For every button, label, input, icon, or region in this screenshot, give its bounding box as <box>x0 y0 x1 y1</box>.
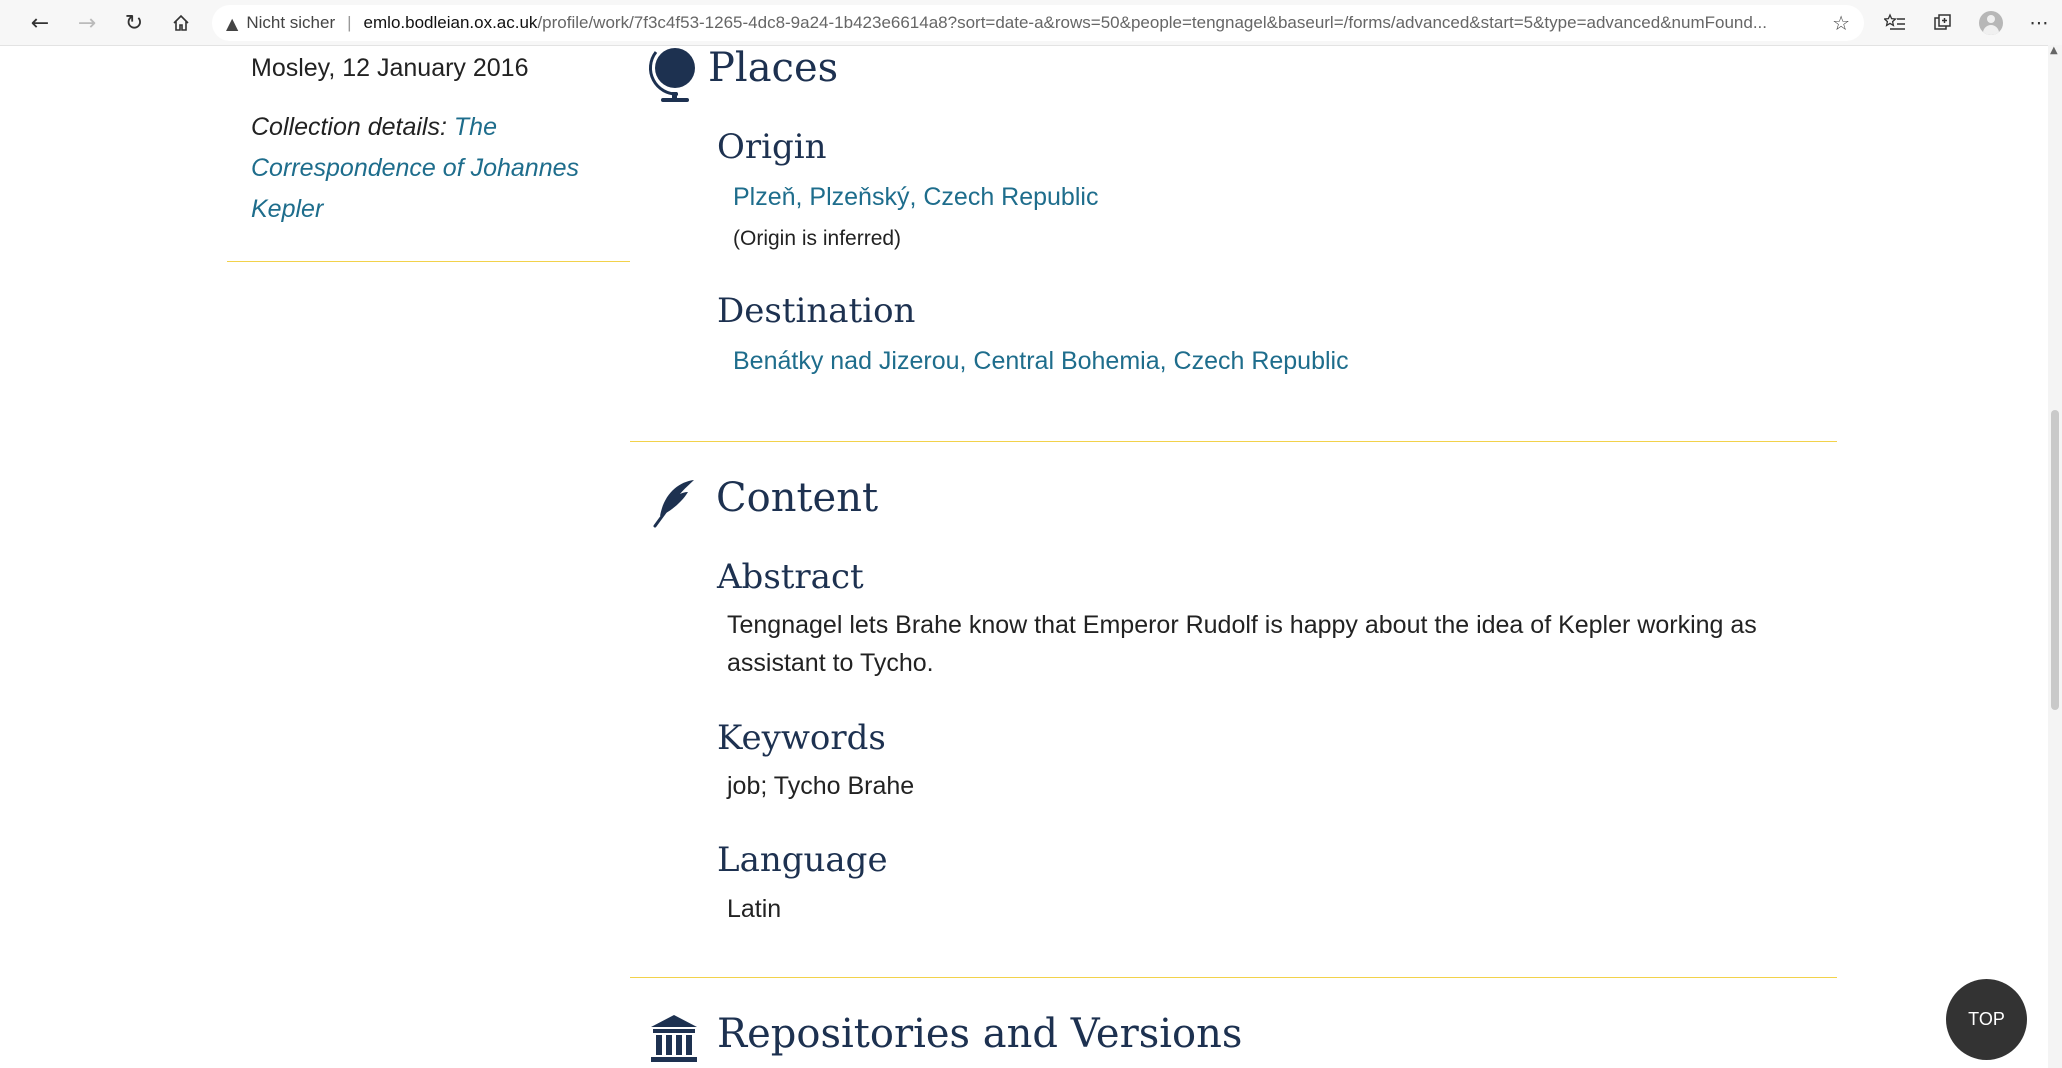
url-host: emlo.bodleian.ox.ac.uk <box>363 13 538 32</box>
collection-label: Collection details: <box>251 113 447 141</box>
address-bar[interactable]: ▲ Nicht sicher | emlo.bodleian.ox.ac.uk /… <box>212 5 1864 41</box>
globe-icon <box>648 42 698 109</box>
warning-icon: ▲ <box>226 13 239 33</box>
browser-toolbar: ← → ↻ ▲ Nicht sicher | emlo.bodleian.ox.… <box>0 0 2062 46</box>
profile-avatar[interactable] <box>1974 6 2008 40</box>
language-heading: Language <box>717 840 888 880</box>
keywords-heading: Keywords <box>717 718 886 758</box>
home-icon[interactable] <box>164 6 198 40</box>
reload-icon[interactable]: ↻ <box>117 6 151 40</box>
abstract-heading: Abstract <box>717 557 864 597</box>
destination-link[interactable]: Benátky nad Jizerou, Central Bohemia, Cz… <box>733 344 1349 378</box>
back-icon[interactable]: ← <box>23 6 57 40</box>
section-divider-content <box>630 977 1837 978</box>
abstract-text: Tengnagel lets Brahe know that Emperor R… <box>727 611 1757 677</box>
places-title: Places <box>708 45 839 91</box>
origin-heading: Origin <box>717 127 827 167</box>
collection-details: Collection details: The Correspondence o… <box>251 107 611 230</box>
back-to-top-button[interactable]: TOP <box>1946 979 2027 1060</box>
quill-icon <box>652 478 698 533</box>
forward-icon[interactable]: → <box>70 6 104 40</box>
sidebar-divider <box>227 261 630 262</box>
language-text: Latin <box>727 895 782 923</box>
avatar-icon <box>1979 11 2003 35</box>
page-scrollbar[interactable]: ▲ <box>2048 45 2062 1068</box>
content-title: Content <box>716 475 879 521</box>
favorite-star-icon[interactable]: ☆ <box>1832 11 1850 35</box>
security-label[interactable]: Nicht sicher <box>246 13 335 33</box>
repositories-title: Repositories and Versions <box>717 1011 1243 1057</box>
museum-icon <box>649 1013 699 1068</box>
favorites-list-icon[interactable] <box>1878 6 1912 40</box>
url-path: /profile/work/7f3c4f53-1265-4dc8-9a24-1b… <box>537 13 1767 32</box>
scroll-up-icon[interactable]: ▲ <box>2050 45 2058 56</box>
address-separator: | <box>347 13 352 32</box>
origin-link[interactable]: Plzeň, Plzeňský, Czech Republic <box>733 180 1098 214</box>
destination-heading: Destination <box>717 291 916 331</box>
sidebar-date-line: Mosley, 12 January 2016 <box>251 54 529 82</box>
more-menu-icon[interactable]: ⋯ <box>2022 6 2056 40</box>
section-divider-places <box>630 441 1837 442</box>
keywords-text: job; Tycho Brahe <box>727 772 915 800</box>
origin-note: (Origin is inferred) <box>733 227 902 250</box>
collections-icon[interactable] <box>1926 6 1960 40</box>
scrollbar-thumb[interactable] <box>2051 410 2059 710</box>
